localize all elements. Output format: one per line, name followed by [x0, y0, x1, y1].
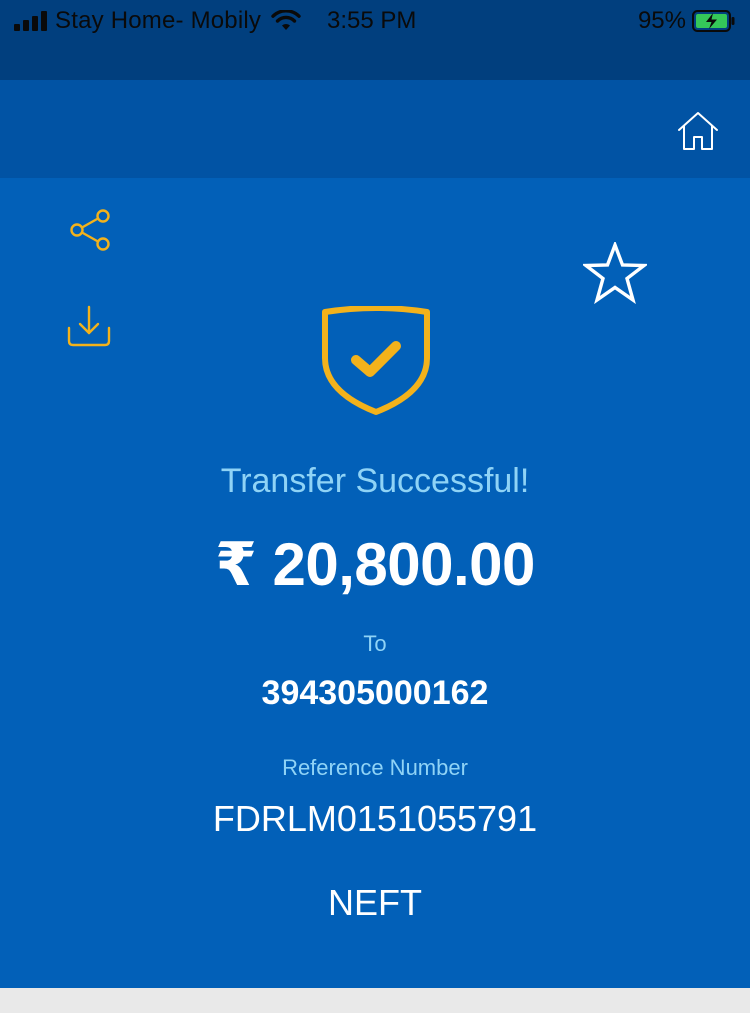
bottom-strip [0, 988, 750, 1013]
transfer-status-message: Transfer Successful! [220, 462, 530, 500]
share-icon[interactable] [68, 208, 112, 252]
wifi-icon [271, 10, 301, 30]
transfer-amount: ₹ 20,800.00 [215, 531, 535, 598]
signal-bars-icon [14, 11, 47, 31]
beneficiary-account-number: 394305000162 [261, 674, 489, 712]
star-icon[interactable] [583, 242, 647, 304]
status-right: 95% [638, 6, 736, 36]
battery-charging-icon [692, 10, 735, 32]
app-header [0, 80, 750, 178]
home-icon[interactable] [676, 110, 720, 152]
status-time: 3:55 PM [327, 7, 417, 34]
download-icon[interactable] [66, 304, 112, 348]
transfer-result-card: Transfer Successful! ₹ 20,800.00 To 3943… [0, 178, 750, 988]
battery-percentage: 95% [637, 7, 686, 34]
reference-number: FDRLM0151055791 [212, 798, 538, 839]
status-left: Stay Home- Mobily [14, 6, 301, 36]
status-bar: Stay Home- Mobily 3:55 PM 95% [0, 0, 750, 80]
reference-number-label: Reference Number [282, 755, 468, 780]
transfer-mode: NEFT [328, 882, 422, 923]
to-label: To [363, 631, 387, 656]
shield-check-icon [322, 306, 430, 415]
carrier-name: Stay Home- Mobily [55, 7, 262, 34]
transfer-success-screen: Stay Home- Mobily 3:55 PM 95% Transfer S… [0, 0, 750, 1013]
